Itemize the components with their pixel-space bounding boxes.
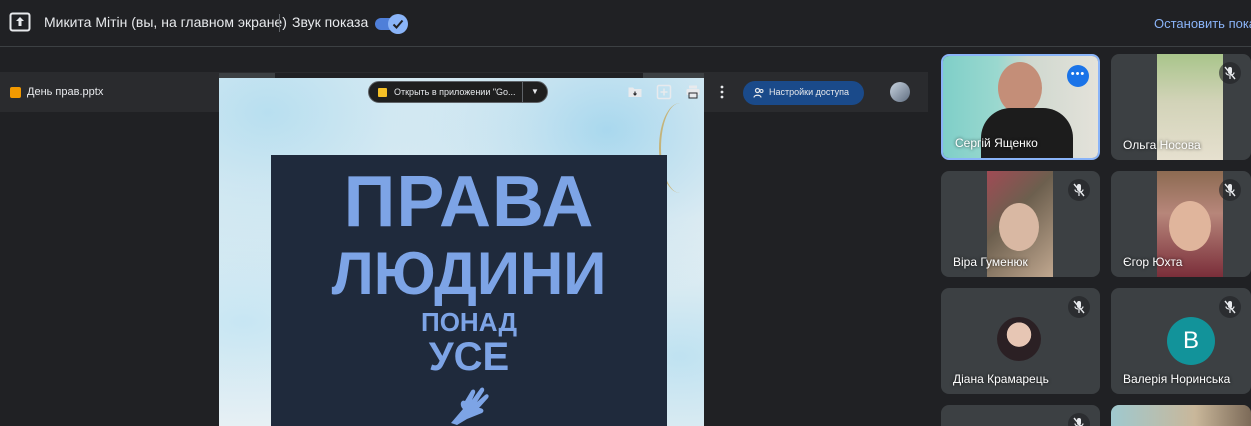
participant-name: Валерія Норинська: [1123, 372, 1231, 386]
mic-off-icon: [1219, 62, 1241, 84]
people-icon: [753, 87, 764, 98]
participant-name: Сергій Ященко: [955, 136, 1038, 150]
participant-name: Діана Крамарець: [953, 372, 1049, 386]
participant-tile[interactable]: Віра Гуменюк: [941, 171, 1100, 277]
present-to-all-icon: [9, 12, 31, 32]
slide-preview: ПРАВА ЛЮДИНИ ПОНАД УСЕ: [219, 73, 704, 426]
more-vert-icon[interactable]: [714, 84, 730, 100]
mic-off-icon: [1068, 179, 1090, 201]
mic-off-icon: [1068, 296, 1090, 318]
button-separator: [522, 82, 523, 102]
add-to-drive-icon[interactable]: [656, 84, 672, 100]
participant-video: [1111, 405, 1251, 426]
file-pptx-icon: [10, 87, 21, 98]
move-to-folder-icon[interactable]: [627, 84, 643, 100]
participant-tile[interactable]: В Валерія Норинська: [1111, 288, 1251, 394]
slides-app-icon: [378, 88, 387, 97]
file-name: День прав.pptx: [27, 86, 104, 98]
slide-title-line3: ПОНАД: [421, 307, 517, 337]
participant-tile[interactable]: ••• Сергій Ященко: [941, 54, 1100, 160]
stop-presenting-button[interactable]: Остановить показ: [1154, 16, 1251, 31]
more-options-icon[interactable]: •••: [1067, 65, 1089, 87]
participant-tile[interactable]: Діана Крамарець: [941, 288, 1100, 394]
participant-face: [998, 62, 1042, 114]
participant-name: Єгор Юхта: [1123, 255, 1183, 269]
hand-icon: [451, 387, 489, 425]
slide-title-line1: ПРАВА: [343, 162, 595, 242]
open-in-app-button[interactable]: Открыть в приложении "Go... ▼: [368, 81, 548, 103]
participant-tile[interactable]: Єгор Юхта: [1111, 171, 1251, 277]
presentation-banner: Микита Мітін (вы, на главном экране) Зву…: [0, 0, 1251, 47]
slide-poster: ПРАВА ЛЮДИНИ ПОНАД УСЕ: [271, 155, 667, 426]
check-icon: [392, 19, 404, 29]
mic-off-icon: [1068, 413, 1090, 426]
toggle-knob: [388, 14, 408, 34]
participant-tile[interactable]: Ольга Носова: [1111, 54, 1251, 160]
participant-face: [999, 203, 1039, 251]
banner-divider: [279, 14, 280, 32]
sound-toggle[interactable]: [375, 14, 408, 34]
share-settings-button[interactable]: Настройки доступа: [743, 81, 864, 105]
avatar: [997, 317, 1041, 361]
sound-label: Звук показа: [292, 14, 369, 30]
presenter-label: Микита Мітін (вы, на главном экране): [44, 14, 287, 30]
avatar-initial: В: [1182, 327, 1199, 354]
slide-title-line4: УСЕ: [428, 335, 510, 379]
mic-off-icon: [1219, 296, 1241, 318]
participant-tile[interactable]: [941, 405, 1100, 426]
print-icon[interactable]: [685, 84, 701, 100]
slide-title-line2: ЛЮДИНИ: [331, 240, 607, 307]
participant-shirt: [981, 108, 1073, 158]
avatar: В: [1167, 317, 1215, 365]
share-settings-label: Настройки доступа: [769, 87, 849, 97]
chevron-down-icon[interactable]: ▼: [531, 87, 539, 96]
open-in-app-label: Открыть в приложении "Go...: [394, 87, 516, 97]
account-avatar[interactable]: [890, 82, 910, 102]
participant-name: Ольга Носова: [1123, 138, 1201, 152]
participant-tile[interactable]: [1111, 405, 1251, 426]
participant-name: Віра Гуменюк: [953, 255, 1028, 269]
participant-face: [1169, 201, 1211, 251]
mic-off-icon: [1219, 179, 1241, 201]
